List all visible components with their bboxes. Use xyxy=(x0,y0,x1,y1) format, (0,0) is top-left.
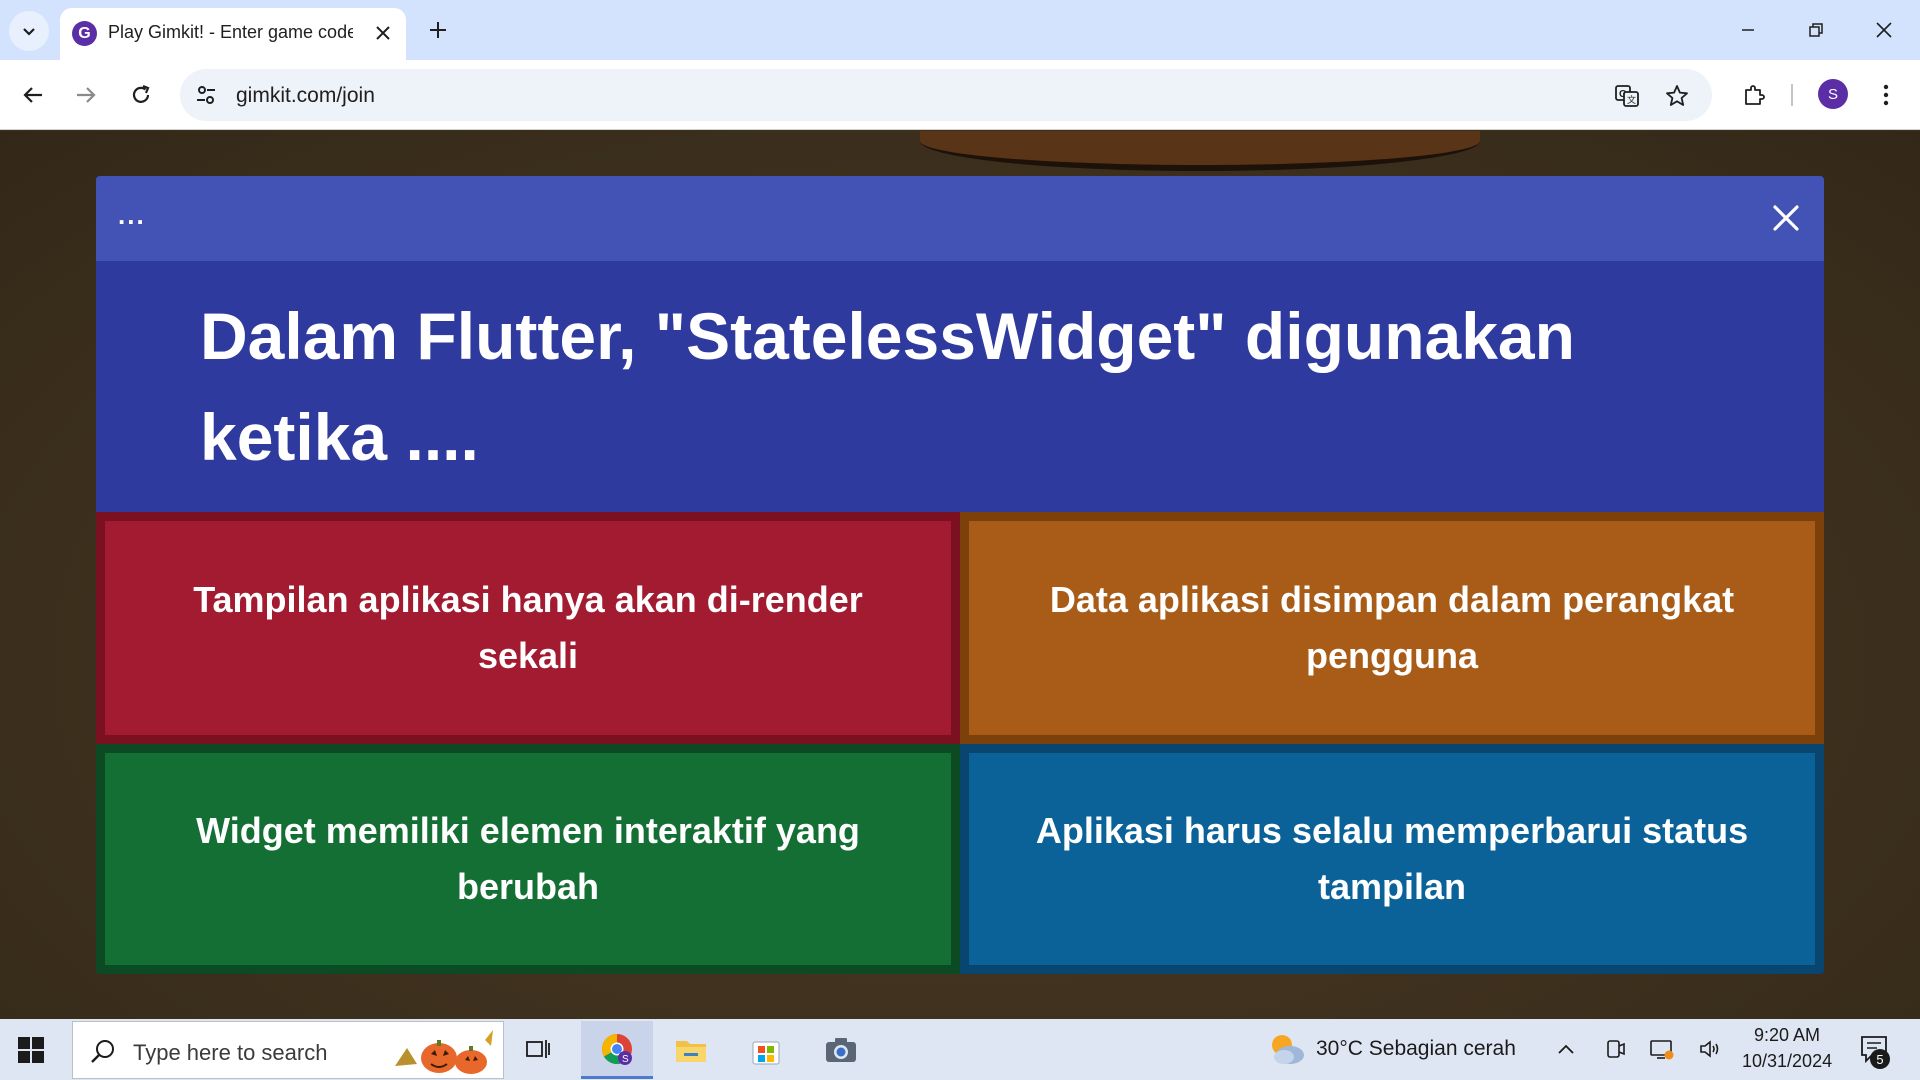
weather-text[interactable]: 30°C Sebagian cerah xyxy=(1316,1037,1516,1061)
more-vertical-icon xyxy=(1883,84,1889,106)
question-text: Dalam Flutter, "StatelessWidget" digunak… xyxy=(200,299,1575,474)
camera-icon xyxy=(826,1038,856,1062)
reload-button[interactable] xyxy=(121,75,161,115)
video-camera-icon xyxy=(1607,1040,1625,1058)
meet-now-button[interactable] xyxy=(1601,1035,1629,1063)
folder-icon xyxy=(676,1041,706,1062)
tab-close-button[interactable] xyxy=(368,18,398,48)
browser-toolbar: gimkit.com/join G文 xyxy=(0,60,1920,130)
answer-option-4-face: Aplikasi harus selalu memperbarui status… xyxy=(969,753,1815,965)
show-hidden-icons-button[interactable] xyxy=(1552,1035,1580,1063)
microsoft-store-icon xyxy=(752,1041,780,1065)
close-question-button[interactable] xyxy=(1768,200,1804,236)
answer-option-1-text: Tampilan aplikasi hanya akan di-render s… xyxy=(193,579,863,676)
svg-text:S: S xyxy=(622,1054,629,1065)
windows-start-button[interactable] xyxy=(16,1035,46,1065)
restore-icon xyxy=(1809,23,1823,37)
gimkit-favicon-icon: G xyxy=(72,21,97,46)
browser-tab-bar: G Play Gimkit! - Enter game code xyxy=(0,0,1920,60)
chrome-menu-button[interactable] xyxy=(1866,75,1906,115)
plus-icon xyxy=(430,22,446,38)
windows-taskbar: Type here to search S 30°C Sebagian cera… xyxy=(0,1019,1920,1080)
address-bar[interactable]: gimkit.com/join G文 xyxy=(180,69,1712,121)
answer-option-1[interactable]: Tampilan aplikasi hanya akan di-render s… xyxy=(96,512,960,744)
network-icon xyxy=(1650,1040,1674,1060)
site-settings-icon[interactable] xyxy=(194,83,218,107)
answer-option-3-text: Widget memiliki elemen interaktif yang b… xyxy=(196,810,860,907)
extensions-button[interactable] xyxy=(1734,75,1774,115)
new-tab-button[interactable] xyxy=(420,12,456,48)
weather-partly-cloudy-icon[interactable] xyxy=(1266,1031,1306,1067)
close-icon xyxy=(376,26,390,40)
tab-search-button[interactable] xyxy=(9,11,49,51)
toolbar-divider xyxy=(1791,84,1793,106)
arrow-left-icon xyxy=(23,87,42,103)
reload-icon xyxy=(132,84,150,103)
answer-option-2-face: Data aplikasi disimpan dalam perangkat p… xyxy=(969,521,1815,735)
search-icon xyxy=(91,1040,114,1063)
search-placeholder: Type here to search xyxy=(133,1040,328,1065)
bookmark-button[interactable] xyxy=(1662,81,1692,111)
translate-button[interactable]: G文 xyxy=(1612,81,1642,111)
answer-option-4-text: Aplikasi harus selalu memperbarui status… xyxy=(1035,810,1749,907)
answer-option-2-text: Data aplikasi disimpan dalam perangkat p… xyxy=(1049,579,1735,676)
svg-text:文: 文 xyxy=(1627,94,1636,106)
task-view-button[interactable] xyxy=(502,1021,574,1079)
question-card-header: ... xyxy=(96,176,1824,261)
minimize-icon xyxy=(1742,29,1754,31)
taskbar-search-box[interactable]: Type here to search xyxy=(72,1021,504,1079)
forward-button[interactable] xyxy=(66,75,106,115)
browser-tab-active[interactable]: G Play Gimkit! - Enter game code xyxy=(60,8,406,60)
close-icon xyxy=(1876,22,1892,38)
taskbar-store-button[interactable] xyxy=(730,1021,802,1079)
halloween-pumpkin-icon xyxy=(395,1030,493,1074)
close-window-button[interactable] xyxy=(1850,0,1918,60)
minimize-button[interactable] xyxy=(1714,0,1782,60)
network-button[interactable] xyxy=(1648,1035,1676,1063)
taskbar-chrome-button[interactable]: S xyxy=(581,1021,653,1079)
volume-button[interactable] xyxy=(1696,1035,1724,1063)
answer-option-4[interactable]: Aplikasi harus selalu memperbarui status… xyxy=(960,744,1824,974)
translate-icon: G文 xyxy=(1615,85,1639,107)
restore-button[interactable] xyxy=(1782,0,1850,60)
url-text[interactable]: gimkit.com/join xyxy=(236,84,375,108)
tab-title: Play Gimkit! - Enter game code xyxy=(108,22,353,42)
chevron-down-icon xyxy=(23,28,35,36)
star-icon xyxy=(1666,85,1688,106)
chevron-up-icon xyxy=(1558,1044,1574,1054)
answer-option-2[interactable]: Data aplikasi disimpan dalam perangkat p… xyxy=(960,512,1824,744)
clock-date[interactable]: 10/31/2024 xyxy=(1742,1051,1832,1072)
back-button[interactable] xyxy=(13,75,53,115)
taskbar-camera-button[interactable] xyxy=(805,1021,877,1079)
clock-time[interactable]: 9:20 AM xyxy=(1754,1025,1820,1046)
taskbar-file-explorer-button[interactable] xyxy=(655,1021,727,1079)
task-view-icon xyxy=(526,1040,550,1058)
puzzle-icon xyxy=(1745,85,1765,105)
speaker-icon xyxy=(1700,1040,1719,1058)
answer-option-3-face: Widget memiliki elemen interaktif yang b… xyxy=(105,753,951,965)
answer-option-1-face: Tampilan aplikasi hanya akan di-render s… xyxy=(105,521,951,735)
more-options-button[interactable]: ... xyxy=(118,200,158,230)
profile-avatar[interactable]: S xyxy=(1818,79,1848,109)
arrow-right-icon xyxy=(77,87,96,103)
answer-option-3[interactable]: Widget memiliki elemen interaktif yang b… xyxy=(96,744,960,974)
notification-count-badge: 5 xyxy=(1870,1049,1890,1069)
chrome-icon: S xyxy=(601,1033,632,1065)
question-card: ... Dalam Flutter, "StatelessWidget" dig… xyxy=(96,176,1824,974)
background-decoration xyxy=(920,131,1480,171)
